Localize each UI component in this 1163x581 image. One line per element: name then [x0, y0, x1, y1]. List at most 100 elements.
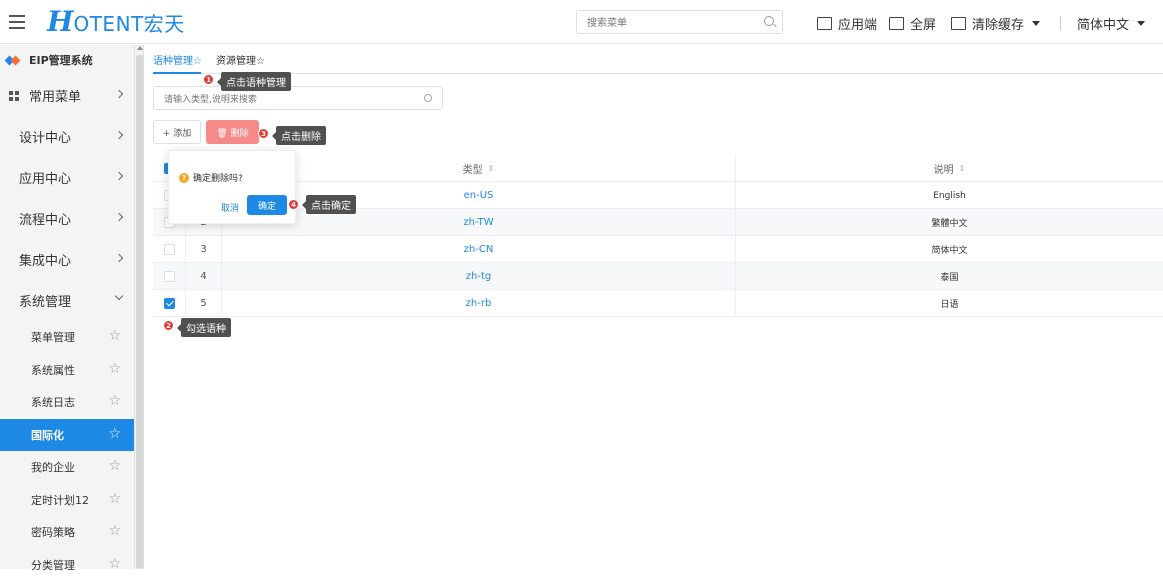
row-index: 4	[186, 263, 222, 290]
confirm-message: 确定删除吗?	[193, 171, 243, 184]
cancel-button[interactable]: 取消	[221, 201, 239, 214]
row-type: zh-CN	[222, 236, 736, 263]
star-icon[interactable]: ☆	[108, 329, 121, 343]
sidebar-item-label: 设计中心	[19, 127, 71, 146]
sidebar-subitem-scheduled-plan[interactable]: 定时计划12 ☆	[0, 484, 134, 517]
divider	[1060, 16, 1061, 30]
star-icon[interactable]: ☆	[108, 394, 121, 408]
tab-divider	[153, 73, 1163, 74]
sidebar-item-flow-center[interactable]: 流程中心	[0, 198, 134, 239]
language-table: 类型 ⇕ 说明 ⇕ 1 en-US English 2 zh-TW 繁體中文 3…	[153, 155, 1163, 317]
row-desc: 简体中文	[736, 236, 1163, 263]
search-icon[interactable]	[424, 94, 432, 102]
sidebar: EIP管理系统 常用菜单 设计中心 应用中心 流程中心 集成中心 系统管理 菜单…	[0, 45, 135, 569]
scrollbar-thumb[interactable]	[136, 55, 143, 569]
sort-icon[interactable]: ⇕	[488, 164, 495, 173]
app-end-label: 应用端	[838, 14, 877, 33]
step-tooltip: 勾选语种	[181, 318, 231, 337]
tab-resource-management[interactable]: 资源管理☆	[216, 52, 265, 72]
language-selector[interactable]: 简体中文	[1077, 14, 1145, 32]
sidebar-subitem-i18n[interactable]: 国际化 ☆	[0, 419, 134, 452]
type-header-label: 类型	[463, 161, 483, 176]
tab-language-management[interactable]: 语种管理☆	[153, 52, 202, 72]
table-row[interactable]: 4 zh-tg 泰国	[153, 263, 1163, 290]
type-column-header[interactable]: 类型 ⇕	[222, 155, 736, 182]
table-row[interactable]: 5 zh-rb 日语	[153, 290, 1163, 317]
star-icon[interactable]: ☆	[108, 557, 121, 571]
sidebar-subitem-menu-management[interactable]: 菜单管理 ☆	[0, 321, 134, 354]
row-type: zh-tg	[222, 263, 736, 290]
row-index: 3	[186, 236, 222, 263]
chevron-right-icon	[115, 90, 123, 98]
sidebar-item-common-menu[interactable]: 常用菜单	[0, 75, 134, 116]
desc-header-label: 说明	[934, 161, 954, 176]
step-badge: 1	[203, 74, 214, 85]
menu-search[interactable]	[576, 10, 783, 34]
chevron-down-icon	[115, 292, 123, 300]
chevron-right-icon	[115, 254, 123, 262]
sidebar-item-app-center[interactable]: 应用中心	[0, 157, 134, 198]
menu-toggle-icon[interactable]	[9, 15, 25, 29]
sidebar-subitem-label: 系统日志	[31, 394, 75, 410]
row-type: zh-rb	[222, 290, 736, 317]
sidebar-item-system-management[interactable]: 系统管理	[0, 280, 134, 321]
sidebar-subitem-label: 密码策略	[31, 524, 75, 540]
row-checkbox[interactable]	[164, 244, 175, 255]
table-row[interactable]: 2 zh-TW 繁體中文	[153, 209, 1163, 236]
logo-text: OTENT宏天	[73, 9, 184, 39]
sidebar-item-integration-center[interactable]: 集成中心	[0, 239, 134, 280]
sidebar-subitem-system-properties[interactable]: 系统属性 ☆	[0, 354, 134, 387]
question-icon: ?	[179, 173, 189, 183]
menu-search-input[interactable]	[587, 13, 757, 35]
star-icon[interactable]: ☆	[108, 362, 121, 376]
chevron-down-icon	[1032, 21, 1040, 26]
delete-confirm-popover: ? 确定删除吗? 取消 确定	[168, 150, 296, 224]
sidebar-item-design-center[interactable]: 设计中心	[0, 116, 134, 157]
desc-column-header[interactable]: 说明 ⇕	[736, 155, 1163, 182]
step-badge: 3	[258, 128, 269, 139]
broom-icon	[951, 17, 966, 30]
search-icon[interactable]	[764, 16, 774, 26]
sidebar-item-label: 应用中心	[19, 168, 71, 187]
sidebar-subitem-system-log[interactable]: 系统日志 ☆	[0, 386, 134, 419]
logo-mark: H	[47, 7, 73, 37]
star-icon[interactable]: ☆	[108, 427, 121, 441]
row-desc: 日语	[736, 290, 1163, 317]
row-checkbox[interactable]	[164, 271, 175, 282]
sidebar-subitem-password-policy[interactable]: 密码策略 ☆	[0, 516, 134, 549]
filter-search[interactable]	[153, 86, 443, 110]
active-tab-underline	[153, 72, 201, 74]
filter-search-input[interactable]	[164, 89, 414, 111]
scroll-up-icon[interactable]	[137, 46, 143, 50]
monitor-icon	[817, 17, 832, 30]
row-checkbox-cell	[153, 263, 186, 290]
sidebar-subitem-category-management[interactable]: 分类管理 ☆	[0, 549, 134, 581]
sidebar-scrollbar[interactable]	[135, 45, 144, 569]
sidebar-subitem-my-enterprise[interactable]: 我的企业 ☆	[0, 451, 134, 484]
fullscreen-icon	[889, 17, 904, 30]
star-icon[interactable]: ☆	[108, 459, 121, 473]
sidebar-subitem-label: 系统属性	[31, 362, 75, 378]
row-checkbox-cell	[153, 290, 186, 317]
step-badge: 2	[163, 320, 174, 331]
step-tooltip: 点击确定	[306, 195, 356, 214]
row-desc: English	[736, 182, 1163, 209]
sidebar-subitem-label: 菜单管理	[31, 329, 75, 345]
sidebar-item-label: 集成中心	[19, 250, 71, 269]
clear-cache-button[interactable]: 清除缓存	[951, 14, 1040, 32]
step-tooltip: 点击语种管理	[221, 72, 291, 91]
app-end-button[interactable]: 应用端	[817, 14, 877, 32]
chevron-right-icon	[115, 131, 123, 139]
row-checkbox-checked[interactable]	[164, 298, 175, 309]
add-button[interactable]: + 添加	[153, 120, 201, 144]
star-icon[interactable]: ☆	[108, 492, 121, 506]
table-row[interactable]: 3 zh-CN 简体中文	[153, 236, 1163, 263]
fullscreen-button[interactable]: 全屏	[889, 14, 936, 32]
delete-button[interactable]: 🗑 删除	[206, 120, 259, 144]
sidebar-item-label: 常用菜单	[29, 86, 81, 105]
step-tooltip: 点击删除	[276, 126, 326, 145]
star-icon[interactable]: ☆	[108, 524, 121, 538]
confirm-button[interactable]: 确定	[247, 195, 287, 215]
row-type: zh-TW	[222, 209, 736, 236]
sort-icon[interactable]: ⇕	[959, 164, 966, 173]
